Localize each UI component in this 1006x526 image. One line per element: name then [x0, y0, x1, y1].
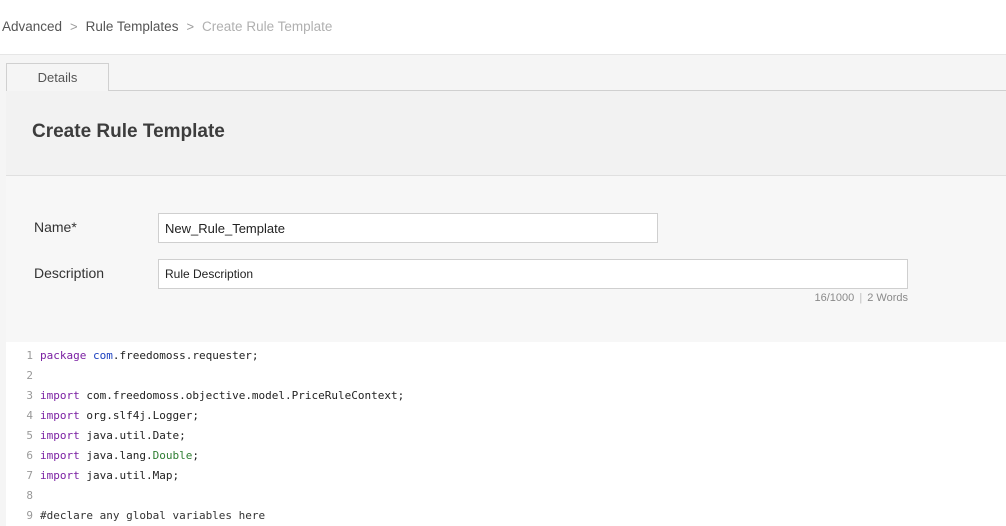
code-token: Double [152, 449, 193, 462]
line-number: 4 [26, 409, 33, 422]
top-bar: Advanced > Rule Templates > Create Rule … [0, 0, 1006, 55]
line-number: 2 [26, 369, 33, 382]
code-text: import com.freedomoss.objective.model.Pr… [40, 386, 404, 406]
code-line[interactable]: 1 package com.freedomoss.requester; [6, 346, 1006, 366]
name-label: Name* [34, 219, 77, 235]
panel-header: Create Rule Template [6, 91, 1006, 176]
code-line[interactable]: 3 import com.freedomoss.objective.model.P… [6, 386, 1006, 406]
code-token: com.freedomoss.objective.model.PriceRule… [79, 389, 405, 402]
line-number: 6 [26, 449, 33, 462]
code-line[interactable]: 2 [6, 366, 1006, 386]
breadcrumb: Advanced > Rule Templates > Create Rule … [2, 19, 332, 34]
code-token: com [92, 349, 113, 362]
line-number: 3 [26, 389, 33, 402]
code-token: import [40, 469, 80, 482]
word-count: 2 Words [867, 292, 908, 304]
code-token: java.lang. [79, 449, 153, 462]
breadcrumb-advanced[interactable]: Advanced [2, 19, 62, 34]
code-line[interactable]: 9 #declare any global variables here [6, 506, 1006, 526]
line-number: 8 [26, 489, 33, 502]
code-token: ; [192, 449, 199, 462]
code-token: .freedomoss.requester; [112, 349, 259, 362]
code-token: #declare any global variables here [40, 509, 266, 522]
description-label: Description [34, 265, 105, 281]
code-token: java.util.Map; [79, 469, 180, 482]
line-number: 7 [26, 469, 33, 482]
code-line[interactable]: 6 import java.lang.Double; [6, 446, 1006, 466]
code-token: import [40, 389, 80, 402]
counter-separator: | [859, 292, 863, 304]
breadcrumb-separator-icon: > [186, 19, 195, 34]
code-text: #declare any global variables here [40, 506, 265, 526]
name-input[interactable] [158, 213, 658, 243]
character-count: 16/1000 [814, 292, 855, 304]
line-number: 9 [26, 509, 33, 522]
code-line[interactable]: 4 import org.slf4j.Logger; [6, 406, 1006, 426]
code-line[interactable]: 8 [6, 486, 1006, 506]
line-number: 1 [26, 349, 33, 362]
form-area: Name* Description 16/1000 | 2 Words [6, 176, 1006, 342]
character-counter: 16/1000 | 2 Words [814, 292, 908, 304]
code-text: import java.lang.Double; [40, 446, 199, 466]
code-token: import [40, 449, 80, 462]
code-text: import org.slf4j.Logger; [40, 406, 199, 426]
breadcrumb-rule-templates[interactable]: Rule Templates [86, 19, 179, 34]
code-line[interactable]: 7 import java.util.Map; [6, 466, 1006, 486]
description-input[interactable] [158, 259, 908, 289]
line-number: 5 [26, 429, 33, 442]
page-title: Create Rule Template [32, 121, 225, 142]
code-line[interactable]: 5 import java.util.Date; [6, 426, 1006, 446]
breadcrumb-separator-icon: > [70, 19, 78, 34]
code-token: org.slf4j.Logger; [79, 409, 199, 422]
code-editor[interactable]: 1 package com.freedomoss.requester; 2 3 impo… [6, 342, 1006, 526]
code-text: import java.util.Map; [40, 466, 179, 486]
code-text: package com.freedomoss.requester; [40, 346, 259, 366]
code-token: import [40, 429, 80, 442]
code-token: package [40, 349, 87, 362]
breadcrumb-current: Create Rule Template [202, 19, 333, 34]
code-token: java.util.Date; [79, 429, 186, 442]
code-token: import [40, 409, 80, 422]
tab-details[interactable]: Details [6, 63, 109, 91]
code-text: import java.util.Date; [40, 426, 186, 446]
